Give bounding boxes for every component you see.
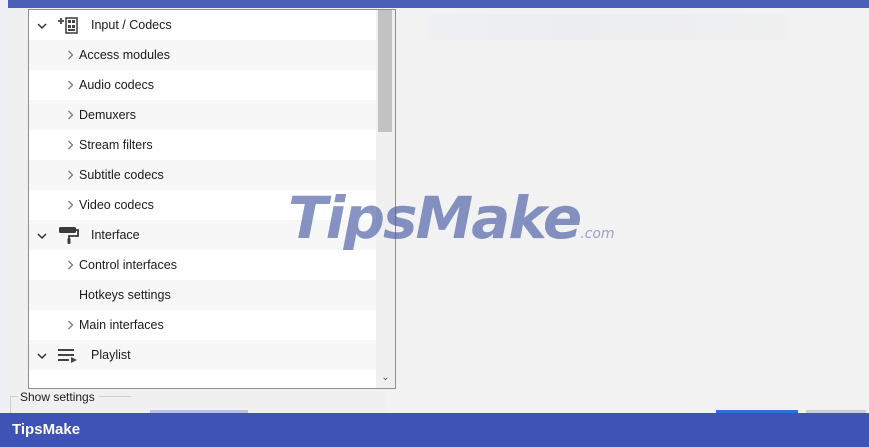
chevron-down-icon[interactable] <box>35 340 49 370</box>
tree-item-hotkeys-settings[interactable]: Hotkeys settings <box>29 280 376 310</box>
tree-item-label: Subtitle codecs <box>79 168 164 182</box>
tree-item-label: Audio codecs <box>79 78 155 92</box>
show-settings-group: Show settings <box>0 386 869 413</box>
tree-item-label: Demuxers <box>79 108 136 122</box>
tree-item-stream-filters[interactable]: Stream filters <box>29 130 376 160</box>
tree-item-label: Control interfaces <box>79 258 177 272</box>
tree-category-label: Input / Codecs <box>91 18 172 32</box>
tree-item-label: Hotkeys settings <box>79 288 171 302</box>
footer-bar: TipsMake <box>0 413 869 447</box>
chevron-right-icon[interactable] <box>63 100 77 130</box>
playlist-icon <box>57 345 79 365</box>
tree-category-input-codecs[interactable]: Input / Codecs <box>29 10 376 40</box>
paint-roller-icon <box>57 225 79 245</box>
window-left-edge <box>0 0 8 447</box>
watermark-logo: TipsMake.com <box>288 188 615 264</box>
tree-item-label: Main interfaces <box>79 318 164 332</box>
show-settings-label: Show settings <box>18 390 99 404</box>
tree-category-label: Playlist <box>91 348 131 362</box>
tree-item-main-interfaces[interactable]: Main interfaces <box>29 310 376 340</box>
chevron-right-icon[interactable] <box>63 160 77 190</box>
scroll-down-arrow-icon[interactable]: ⌄ <box>376 370 395 386</box>
tree-item-label: Access modules <box>79 48 171 62</box>
tree-category-playlist[interactable]: Playlist <box>29 340 376 370</box>
tree-item-audio-codecs[interactable]: Audio codecs <box>29 70 376 100</box>
watermark-suffix: .com <box>580 226 615 242</box>
top-accent-strip <box>0 0 869 8</box>
tree-item-demuxers[interactable]: Demuxers <box>29 100 376 130</box>
tree-item-access-modules[interactable]: Access modules <box>29 40 376 70</box>
chevron-right-icon[interactable] <box>63 130 77 160</box>
scrollbar-thumb[interactable] <box>378 10 392 132</box>
chevron-down-icon[interactable] <box>35 220 49 250</box>
chevron-right-icon[interactable] <box>63 190 77 220</box>
chevron-right-icon[interactable] <box>63 310 77 340</box>
content-header-shade <box>428 14 788 40</box>
input-codecs-icon <box>57 15 79 35</box>
chevron-right-icon[interactable] <box>63 250 77 280</box>
chevron-right-icon[interactable] <box>63 70 77 100</box>
tree-item-label: Stream filters <box>79 138 153 152</box>
footer-brand: TipsMake <box>12 421 81 438</box>
tree-category-label: Interface <box>91 228 140 242</box>
chevron-down-icon[interactable] <box>35 10 49 40</box>
chevron-right-icon[interactable] <box>63 40 77 70</box>
watermark-text: TipsMake <box>288 184 582 252</box>
tree-item-label: Video codecs <box>79 198 154 212</box>
